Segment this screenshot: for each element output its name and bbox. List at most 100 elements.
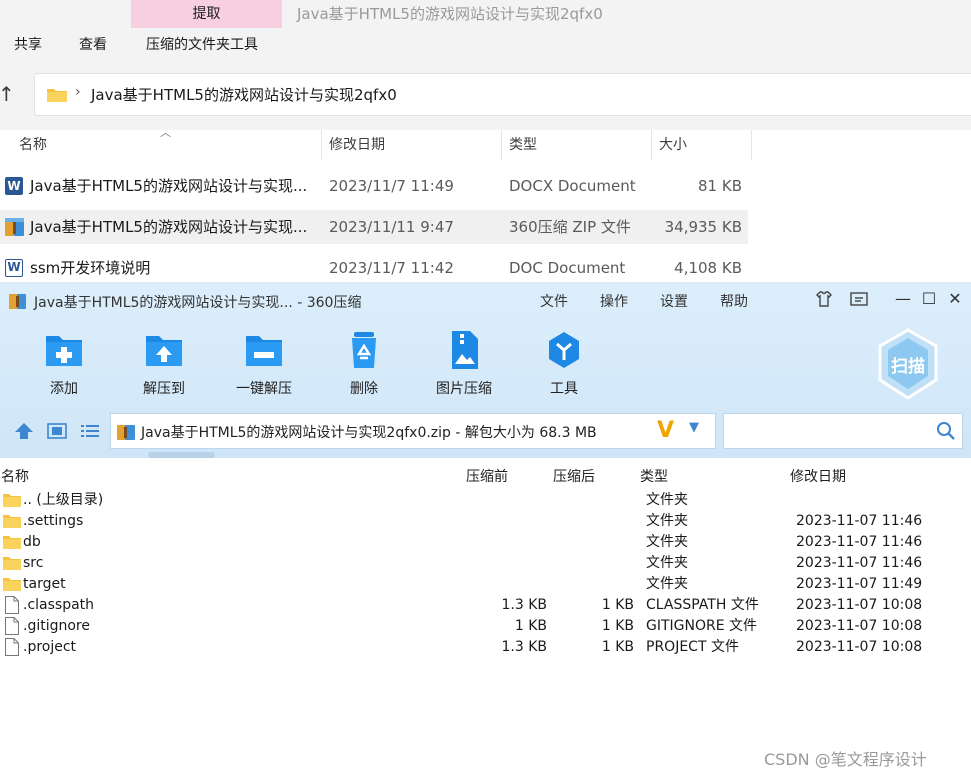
search-icon[interactable] xyxy=(936,421,956,441)
zip-archive-icon xyxy=(5,218,24,236)
list-item[interactable]: src 文件夹 2023-11-07 11:46 xyxy=(0,553,971,574)
item-size-after: 1 KB xyxy=(601,639,634,655)
horizontal-scroll-thumb[interactable] xyxy=(148,452,215,458)
file-icon xyxy=(5,617,19,635)
item-type: 文件夹 xyxy=(646,576,688,592)
item-name: .. (上级目录) xyxy=(23,492,104,508)
list-item[interactable]: .gitignore 1 KB 1 KB GITIGNORE 文件 2023-1… xyxy=(0,616,971,637)
address-path[interactable]: Java基于HTML5的游戏网站设计与实现2qfx0 xyxy=(91,84,397,105)
list-item[interactable]: .classpath 1.3 KB 1 KB CLASSPATH 文件 2023… xyxy=(0,595,971,616)
scan-button[interactable]: 扫描 xyxy=(876,328,940,400)
dropdown-arrow-icon[interactable]: ▼ xyxy=(689,420,699,435)
list-view-icon[interactable] xyxy=(80,422,100,440)
chevron-right-icon[interactable]: › xyxy=(75,84,81,100)
maximize-icon[interactable]: ☐ xyxy=(918,288,940,310)
item-name: .settings xyxy=(23,513,84,529)
ribbon-tab-compressed-tools[interactable]: 压缩的文件夹工具 xyxy=(146,34,258,56)
file-size: 81 KB xyxy=(698,177,742,195)
explorer-file-list: ︿ 名称 修改日期 类型 大小 W Java基于HTML5的游戏网站设计与实现.… xyxy=(0,126,971,285)
folder-icon xyxy=(3,578,21,591)
ribbon-tab-share[interactable]: 共享 xyxy=(14,34,42,56)
column-after[interactable]: 压缩后 xyxy=(553,466,595,486)
file-date: 2023/11/7 11:42 xyxy=(329,259,454,277)
archive-path-bar[interactable]: Java基于HTML5的游戏网站设计与实现2qfx0.zip - 解包大小为 6… xyxy=(110,413,716,449)
word-document-icon: W xyxy=(5,177,23,195)
zip-window-title: Java基于HTML5的游戏网站设计与实现... - 360压缩 xyxy=(34,295,362,311)
delete-label: 删除 xyxy=(350,381,378,397)
item-size-before: 1.3 KB xyxy=(501,597,548,613)
item-size-before: 1.3 KB xyxy=(501,639,548,655)
address-bar[interactable]: › Java基于HTML5的游戏网站设计与实现2qfx0 xyxy=(34,73,971,116)
item-type: 文件夹 xyxy=(646,492,688,508)
file-icon xyxy=(5,638,19,656)
item-type: 文件夹 xyxy=(646,555,688,571)
file-type: 360压缩 ZIP 文件 xyxy=(509,218,631,236)
thumbnail-view-icon[interactable] xyxy=(47,422,67,440)
tools-button[interactable]: 工具 xyxy=(519,330,609,400)
zip-archive-icon xyxy=(117,425,135,440)
item-name: target xyxy=(23,576,66,592)
extract-folder-icon xyxy=(146,336,182,366)
zip-column-header: 名称 压缩前 压缩后 类型 修改日期 xyxy=(0,462,971,486)
column-type[interactable]: 类型 xyxy=(502,130,652,160)
menu-operation[interactable]: 操作 xyxy=(600,291,628,311)
zip-header: Java基于HTML5的游戏网站设计与实现... - 360压缩 文件 操作 设… xyxy=(0,282,971,458)
item-type: 文件夹 xyxy=(646,513,688,529)
column-name[interactable]: 名称 xyxy=(12,130,322,160)
item-date: 2023-11-07 11:46 xyxy=(796,555,923,571)
list-item[interactable]: db 文件夹 2023-11-07 11:46 xyxy=(0,532,971,553)
column-type[interactable]: 类型 xyxy=(640,466,668,486)
column-name[interactable]: 名称 xyxy=(1,466,29,486)
list-item[interactable]: .settings 文件夹 2023-11-07 11:46 xyxy=(0,511,971,532)
search-input[interactable] xyxy=(723,413,963,449)
one-click-extract-button[interactable]: 一键解压 xyxy=(219,330,309,400)
zip-archive-icon xyxy=(9,294,26,309)
menu-help[interactable]: 帮助 xyxy=(720,291,748,311)
file-row[interactable]: W Java基于HTML5的游戏网站设计与实现... 2023/11/7 11:… xyxy=(0,169,748,203)
item-date: 2023-11-07 11:49 xyxy=(796,576,923,592)
extract-to-button[interactable]: 解压到 xyxy=(119,330,209,400)
v-brand-icon[interactable]: V xyxy=(657,418,674,443)
file-size: 34,935 KB xyxy=(664,218,742,236)
folder-icon xyxy=(3,494,21,507)
item-type: CLASSPATH 文件 xyxy=(646,597,759,613)
item-name: .classpath xyxy=(23,597,95,613)
column-date[interactable]: 修改日期 xyxy=(790,466,846,486)
list-item[interactable]: .. (上级目录) 文件夹 xyxy=(0,490,971,511)
add-label: 添加 xyxy=(50,381,78,397)
delete-button[interactable]: 删除 xyxy=(319,330,409,400)
file-name: Java基于HTML5的游戏网站设计与实现... xyxy=(30,218,308,236)
one-click-extract-label: 一键解压 xyxy=(236,381,292,397)
add-folder-icon xyxy=(46,336,82,366)
minimize-icon[interactable]: — xyxy=(892,288,914,310)
column-date[interactable]: 修改日期 xyxy=(322,130,502,160)
list-item[interactable]: .project 1.3 KB 1 KB PROJECT 文件 2023-11-… xyxy=(0,637,971,658)
file-date: 2023/11/11 9:47 xyxy=(329,218,454,236)
file-row[interactable]: W ssm开发环境说明 2023/11/7 11:42 DOC Document… xyxy=(0,251,748,285)
file-icon xyxy=(5,596,19,614)
up-arrow-icon[interactable]: ↑ xyxy=(0,82,18,106)
explorer-window-title: Java基于HTML5的游戏网站设计与实现2qfx0 xyxy=(297,5,603,23)
image-compress-label: 图片压缩 xyxy=(436,381,492,397)
ribbon-tab-extract[interactable]: 提取 xyxy=(131,0,282,28)
folder-icon xyxy=(3,536,21,549)
file-row-selected[interactable]: Java基于HTML5的游戏网站设计与实现... 2023/11/11 9:47… xyxy=(0,210,748,244)
zip-window: Java基于HTML5的游戏网站设计与实现... - 360压缩 文件 操作 设… xyxy=(0,282,971,776)
item-date: 2023-11-07 11:46 xyxy=(796,513,923,529)
skin-shirt-icon[interactable] xyxy=(813,288,835,310)
column-size[interactable]: 大小 xyxy=(652,130,752,160)
feedback-icon[interactable] xyxy=(848,288,870,310)
item-date: 2023-11-07 10:08 xyxy=(796,618,923,634)
menu-settings[interactable]: 设置 xyxy=(660,291,688,311)
ribbon-tab-view[interactable]: 查看 xyxy=(79,34,107,56)
up-level-icon[interactable] xyxy=(14,422,34,440)
quick-extract-folder-icon xyxy=(246,336,282,366)
list-item[interactable]: target 文件夹 2023-11-07 11:49 xyxy=(0,574,971,595)
file-date: 2023/11/7 11:49 xyxy=(329,177,454,195)
column-before[interactable]: 压缩前 xyxy=(466,466,508,486)
item-size-before: 1 KB xyxy=(514,618,547,634)
add-button[interactable]: 添加 xyxy=(19,330,109,400)
menu-file[interactable]: 文件 xyxy=(540,291,568,311)
image-compress-button[interactable]: 图片压缩 xyxy=(419,330,509,400)
close-icon[interactable]: ✕ xyxy=(944,288,966,310)
